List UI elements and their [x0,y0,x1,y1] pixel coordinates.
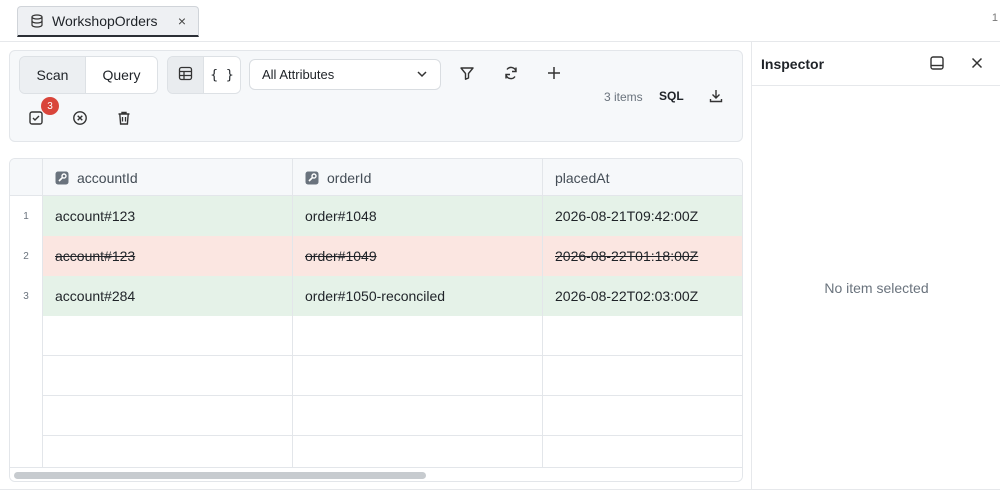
horizontal-scrollbar[interactable] [10,467,742,481]
column-header-label: placedAt [555,169,610,186]
scan-button[interactable]: Scan [20,57,86,93]
empty-cell [293,396,543,436]
delete-button[interactable] [112,107,136,131]
table-cell[interactable]: 2026-08-22T01:18:00Z [543,236,742,276]
row-number-header [10,159,43,196]
query-button[interactable]: Query [86,57,157,93]
table-cell[interactable]: order#1049 [293,236,543,276]
empty-row [10,396,742,436]
sql-button[interactable]: SQL [659,89,684,103]
inspector-title: Inspector [761,56,825,72]
table-row[interactable]: 2 account#123 order#1049 2026-08-22T01:1… [10,236,742,276]
row-number [10,316,43,356]
inspector-empty-message: No item selected [824,280,929,296]
column-header-orderid[interactable]: orderId [293,159,543,196]
tab-counter: 1 [991,12,998,24]
status-bar [0,489,1000,500]
table-cell[interactable]: order#1050-reconciled [293,276,543,316]
discard-changes-button[interactable] [68,107,92,131]
table-cell[interactable]: account#123 [43,236,293,276]
empty-cell [43,316,293,356]
items-count: 3 items [604,90,643,104]
column-header-placedat[interactable]: placedAt [543,159,742,196]
pending-changes-badge: 3 [41,97,59,115]
toolbar: Scan Query { } All Attributes 3 items SQ… [9,50,743,142]
row-number: 3 [10,276,43,316]
dock-panel-button[interactable] [925,52,949,76]
close-inspector-button[interactable] [965,52,989,76]
sort-key-icon [305,171,319,185]
table-row[interactable]: 3 account#284 order#1050-reconciled 2026… [10,276,742,316]
row-number: 1 [10,196,43,236]
plus-icon [547,66,561,83]
tab-title: WorkshopOrders [52,13,158,29]
download-button[interactable] [704,85,728,109]
attributes-select[interactable]: All Attributes [249,59,441,90]
braces-icon: { } [210,67,234,83]
cancel-circle-icon [72,110,88,129]
table-cell[interactable]: 2026-08-22T02:03:00Z [543,276,742,316]
table-cell[interactable]: order#1048 [293,196,543,236]
tab-close-icon[interactable]: × [178,13,186,29]
download-icon [708,88,724,107]
mode-toggle: Scan Query [19,56,158,94]
items-table: accountId orderId placedAt 1 account#123… [9,158,743,482]
view-toggle: { } [167,56,241,94]
attributes-select-value: All Attributes [262,67,335,82]
empty-cell [43,356,293,396]
table-header: accountId orderId placedAt [10,159,742,196]
filter-button[interactable] [455,62,479,86]
table-cell[interactable]: 2026-08-21T09:42:00Z [543,196,742,236]
add-item-button[interactable] [542,62,566,86]
empty-cell [43,396,293,436]
refresh-button[interactable] [499,62,523,86]
chevron-down-icon [416,68,428,80]
tab-workshop-orders[interactable]: WorkshopOrders × [17,6,199,37]
empty-cell [293,316,543,356]
tab-strip: WorkshopOrders × 1 [0,0,1000,42]
column-header-label: accountId [77,169,138,186]
row-number: 2 [10,236,43,276]
row-number [10,356,43,396]
inspector-panel: Inspector No item selected [751,42,1000,489]
table-row[interactable]: 1 account#123 order#1048 2026-08-21T09:4… [10,196,742,236]
trash-icon [116,110,132,129]
refresh-icon [503,65,519,84]
table-cell[interactable]: account#123 [43,196,293,236]
filter-icon [459,65,475,84]
empty-row [10,316,742,356]
empty-row [10,356,742,396]
scrollbar-thumb[interactable] [14,472,426,479]
close-icon [970,56,984,73]
column-header-label: orderId [327,169,372,186]
checkbox-checked-icon [28,110,44,129]
table-icon [178,66,193,84]
table-cell[interactable]: account#284 [43,276,293,316]
table-view-button[interactable] [168,57,204,93]
column-header-accountid[interactable]: accountId [43,159,293,196]
inspector-header: Inspector [752,42,1000,86]
row-number [10,396,43,436]
database-icon [30,14,44,28]
json-view-button[interactable]: { } [204,57,240,93]
empty-cell [293,356,543,396]
partition-key-icon [55,171,69,185]
panel-bottom-icon [929,55,945,74]
